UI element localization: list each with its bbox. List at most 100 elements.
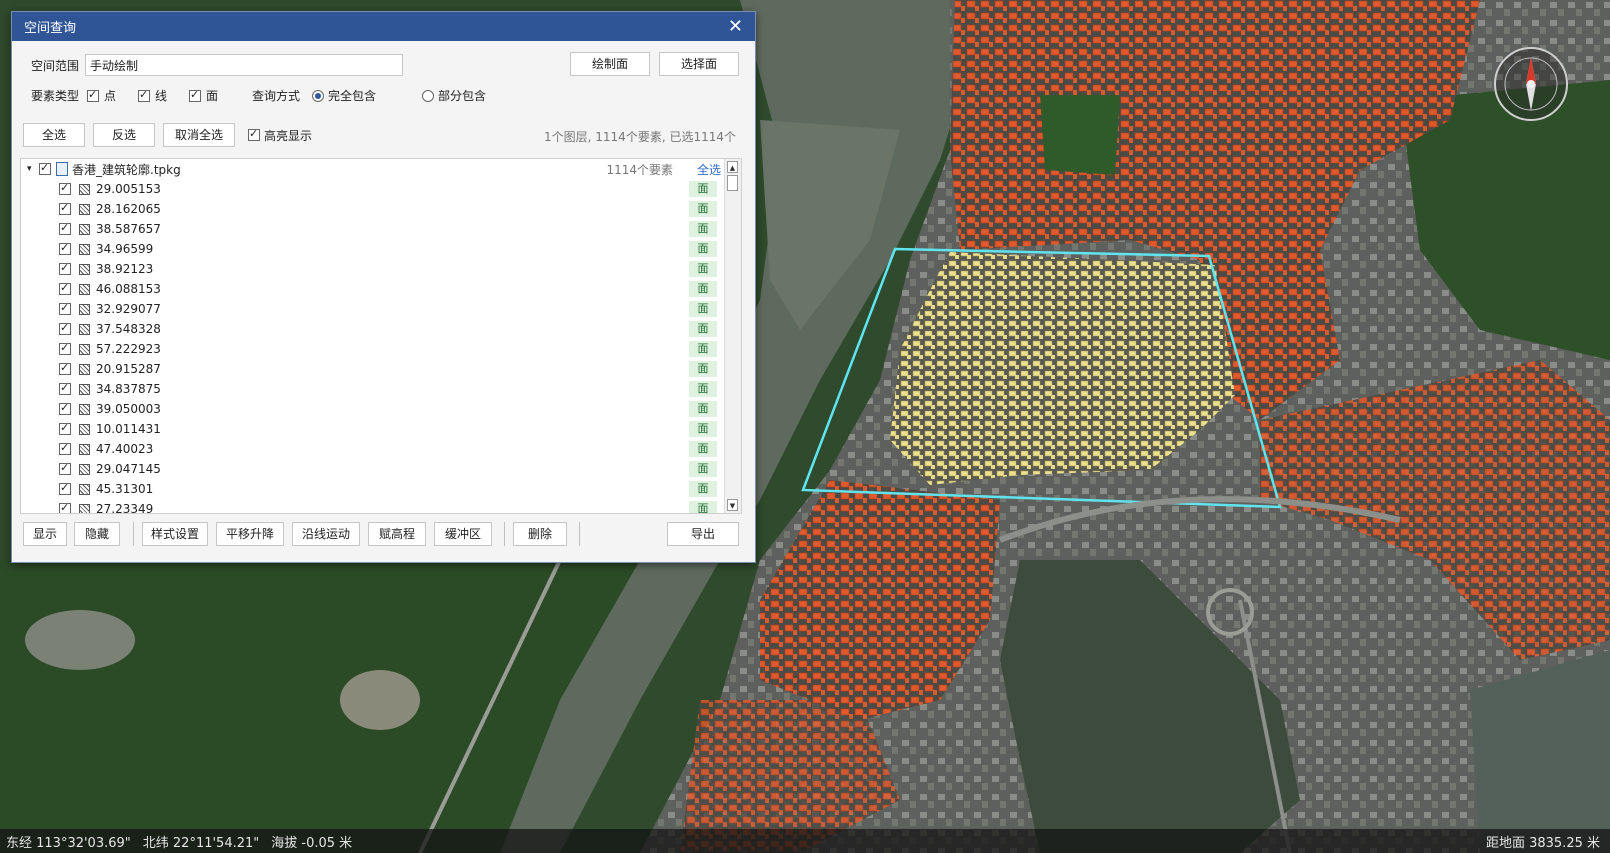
feature-checkbox[interactable] — [59, 281, 71, 295]
compass-icon[interactable] — [1492, 45, 1570, 123]
highlight-label: 高亮显示 — [264, 128, 313, 143]
feature-value: 46.088153 — [96, 282, 161, 296]
select-all-button[interactable]: 全选 — [23, 123, 85, 147]
feature-checkbox[interactable] — [59, 221, 71, 235]
dialog-titlebar[interactable]: 空间查询 ✕ — [12, 12, 755, 41]
feature-checkbox[interactable] — [59, 481, 71, 495]
feature-row[interactable]: 29.047145 面 — [21, 459, 725, 479]
feature-checkbox[interactable] — [59, 461, 71, 475]
buffer-button[interactable]: 缓冲区 — [434, 522, 492, 546]
feature-checkbox[interactable] — [59, 321, 71, 335]
polygon-hatch-icon — [79, 263, 90, 275]
style-settings-button[interactable]: 样式设置 — [142, 522, 208, 546]
full-contain-radio[interactable] — [312, 89, 324, 102]
feature-type-label: 要素类型 — [31, 89, 80, 103]
feature-row[interactable]: 38.587657 面 — [21, 219, 725, 239]
scroll-thumb[interactable] — [727, 175, 738, 191]
feature-row[interactable]: 46.088153 面 — [21, 279, 725, 299]
scroll-up-icon[interactable]: ▲ — [727, 161, 738, 173]
feature-value: 57.222923 — [96, 342, 161, 356]
feature-row[interactable]: 39.050003 面 — [21, 399, 725, 419]
range-field[interactable]: 手动绘制 — [85, 54, 403, 76]
feature-row[interactable]: 28.162065 面 — [21, 199, 725, 219]
partial-contain-radio[interactable] — [422, 89, 435, 102]
partial-contain-label: 部分包含 — [438, 89, 487, 103]
feature-row[interactable]: 45.31301 面 — [21, 479, 725, 499]
hide-button[interactable]: 隐藏 — [74, 522, 120, 546]
feature-tree[interactable]: ▾ 香港_建筑轮廓.tpkg 1114个要素 全选 29.005153面28.1… — [20, 158, 742, 514]
polygon-hatch-icon — [79, 283, 90, 295]
feature-value: 34.837875 — [96, 382, 161, 396]
feature-row[interactable]: 57.222923 面 — [21, 339, 725, 359]
layer-row[interactable]: ▾ 香港_建筑轮廓.tpkg 1114个要素 全选 — [21, 159, 725, 179]
feature-checkbox[interactable] — [59, 241, 71, 255]
feature-checkbox[interactable] — [59, 181, 71, 195]
feature-checkbox[interactable] — [59, 361, 71, 375]
feature-checkbox[interactable] — [59, 261, 71, 275]
path-motion-button[interactable]: 沿线运动 — [292, 522, 360, 546]
polygon-label: 面 — [206, 89, 219, 103]
feature-checkbox[interactable] — [59, 501, 71, 513]
feature-type-tag: 面 — [689, 201, 717, 217]
feature-checkbox[interactable] — [59, 301, 71, 315]
layer-select-all-link[interactable]: 全选 — [697, 161, 721, 178]
feature-value: 37.548328 — [96, 322, 161, 336]
feature-checkbox[interactable] — [59, 201, 71, 215]
feature-row[interactable]: 38.92123 面 — [21, 259, 725, 279]
line-checkbox[interactable] — [138, 88, 151, 102]
feature-value: 32.929077 — [96, 302, 161, 316]
feature-value: 29.005153 — [96, 182, 161, 196]
polygon-checkbox[interactable] — [189, 88, 202, 102]
polygon-hatch-icon — [79, 363, 90, 375]
feature-value: 10.011431 — [96, 422, 161, 436]
feature-row[interactable]: 20.915287 面 — [21, 359, 725, 379]
feature-value: 45.31301 — [96, 482, 154, 496]
feature-value: 20.915287 — [96, 362, 161, 376]
delete-button[interactable]: 删除 — [513, 522, 567, 546]
feature-checkbox[interactable] — [59, 441, 71, 455]
feature-row[interactable]: 27.23349 面 — [21, 499, 725, 513]
export-button[interactable]: 导出 — [667, 522, 739, 546]
distance-readout: 距地面 3835.25 米 — [1485, 835, 1600, 851]
feature-row[interactable]: 10.011431 面 — [21, 419, 725, 439]
spatial-query-dialog: 空间查询 ✕ 空间范围 手动绘制 绘制面 选择面 要素类型 点 线 面 查询方式… — [11, 11, 756, 563]
status-bar: 东经 113°32'03.69" 北纬 22°11'54.21" 海拔 -0.0… — [0, 829, 1610, 853]
feature-checkbox[interactable] — [59, 341, 71, 355]
feature-row[interactable]: 34.96599 面 — [21, 239, 725, 259]
polygon-hatch-icon — [79, 323, 90, 335]
highlight-checkbox[interactable] — [248, 127, 260, 141]
polygon-hatch-icon — [79, 503, 90, 513]
translate-lift-button[interactable]: 平移升降 — [216, 522, 284, 546]
feature-type-tag: 面 — [689, 181, 717, 197]
feature-checkbox[interactable] — [59, 381, 71, 395]
feature-checkbox[interactable] — [59, 401, 71, 415]
point-checkbox[interactable] — [87, 88, 99, 102]
assign-elevation-button[interactable]: 赋高程 — [368, 522, 426, 546]
show-button[interactable]: 显示 — [23, 522, 67, 546]
close-icon[interactable]: ✕ — [728, 17, 743, 36]
feature-row[interactable]: 29.005153 面 — [21, 179, 725, 199]
draw-polygon-button[interactable]: 绘制面 — [570, 52, 650, 76]
polygon-hatch-icon — [79, 223, 90, 235]
file-icon — [56, 162, 68, 176]
deselect-all-button[interactable]: 取消全选 — [163, 123, 235, 147]
feature-type-tag: 面 — [689, 361, 717, 377]
feature-row[interactable]: 37.548328 面 — [21, 319, 725, 339]
selection-summary: 1个图层, 1114个要素, 已选1114个 — [544, 130, 736, 144]
select-polygon-button[interactable]: 选择面 — [659, 52, 739, 76]
collapse-chevron-icon[interactable]: ▾ — [27, 164, 39, 174]
feature-row[interactable]: 34.837875 面 — [21, 379, 725, 399]
feature-checkbox[interactable] — [59, 421, 71, 435]
feature-row[interactable]: 32.929077 面 — [21, 299, 725, 319]
layer-checkbox[interactable] — [39, 161, 51, 175]
feature-row[interactable]: 47.40023 面 — [21, 439, 725, 459]
layer-name: 香港_建筑轮廓.tpkg — [72, 162, 181, 177]
polygon-hatch-icon — [79, 303, 90, 315]
invert-selection-button[interactable]: 反选 — [93, 123, 155, 147]
feature-type-tag: 面 — [689, 381, 717, 397]
altitude-readout: 海拔 -0.05 米 — [271, 835, 353, 851]
feature-type-tag: 面 — [689, 241, 717, 257]
tree-scrollbar[interactable]: ▲ ▼ — [724, 159, 741, 513]
polygon-hatch-icon — [79, 443, 90, 455]
scroll-down-icon[interactable]: ▼ — [727, 499, 738, 511]
